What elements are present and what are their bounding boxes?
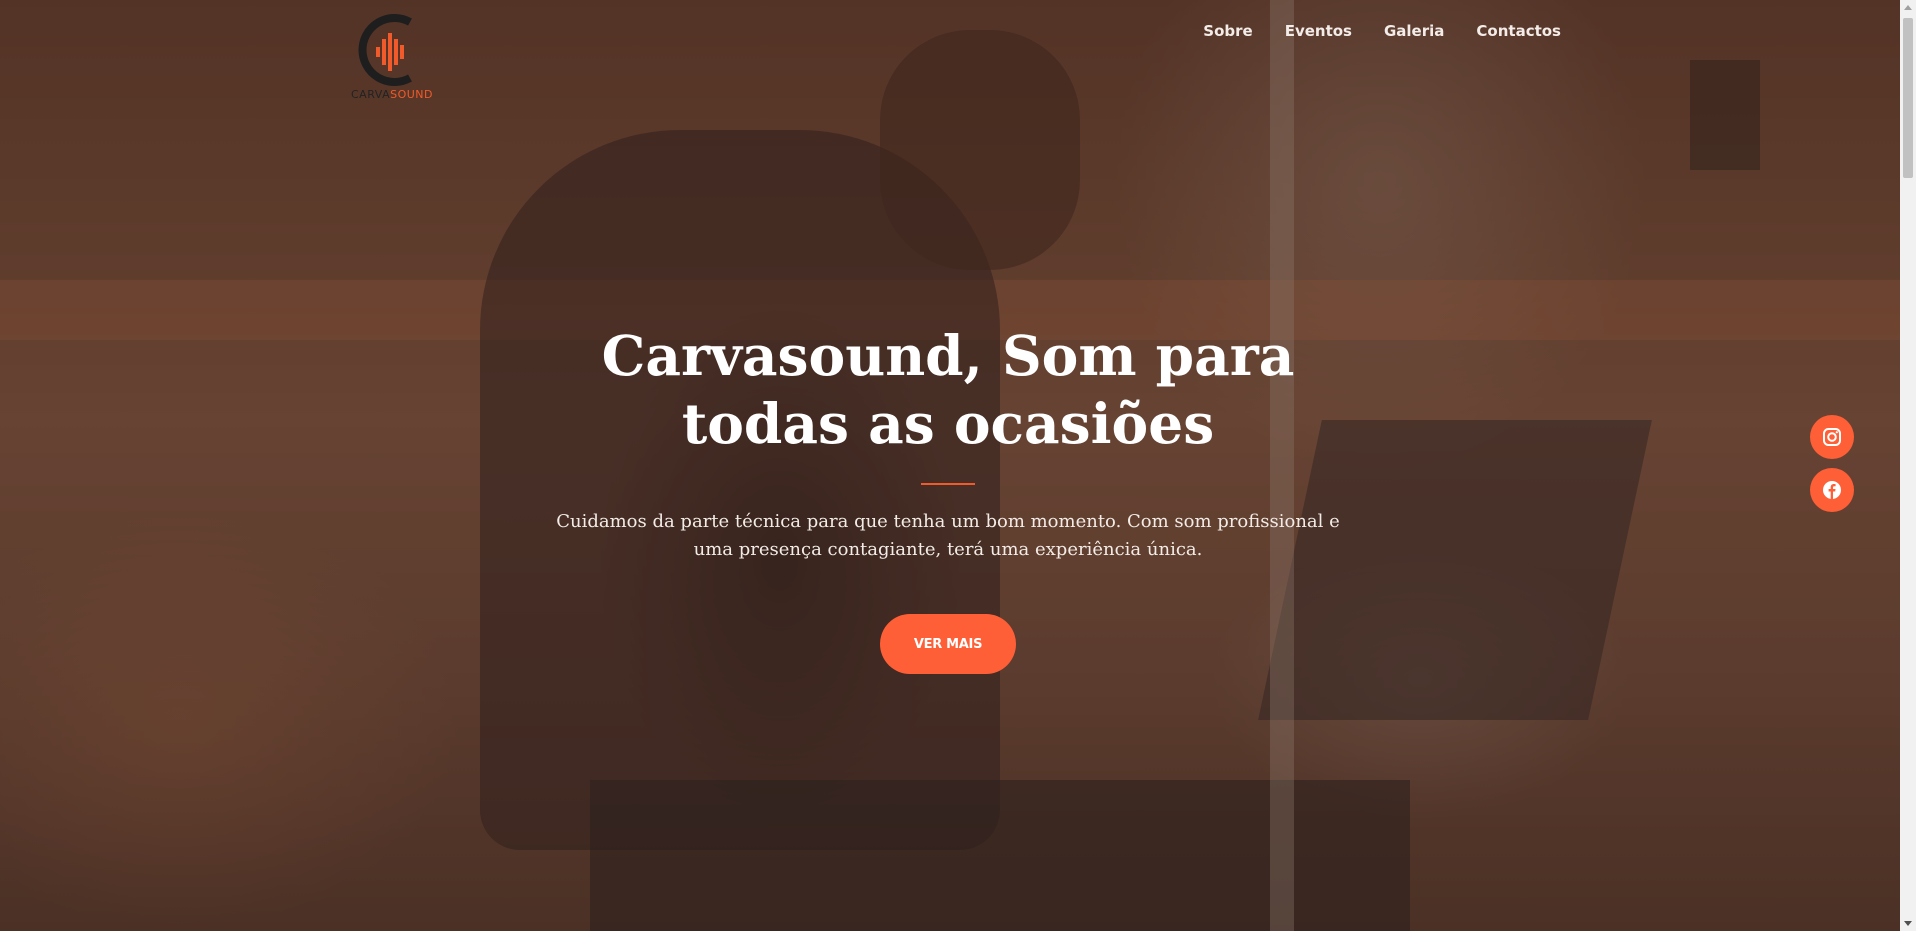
hero-overlay bbox=[0, 0, 1900, 931]
ver-mais-button[interactable]: VER MAIS bbox=[880, 614, 1016, 674]
scroll-up-icon[interactable] bbox=[1904, 5, 1912, 10]
page-scrollbar[interactable] bbox=[1900, 0, 1916, 931]
facebook-icon bbox=[1823, 481, 1841, 499]
nav-item-galeria[interactable]: Galeria bbox=[1384, 22, 1444, 40]
title-divider bbox=[921, 483, 975, 485]
nav-item-eventos[interactable]: Eventos bbox=[1285, 22, 1352, 40]
instagram-icon bbox=[1823, 428, 1841, 446]
main-nav: Sobre Eventos Galeria Contactos bbox=[1203, 22, 1561, 40]
facebook-link[interactable] bbox=[1810, 468, 1854, 512]
hero-title: Carvasound, Som para todas as ocasiões bbox=[601, 323, 1295, 456]
logo-text-sound: SOUND bbox=[390, 88, 433, 101]
logo[interactable]: CARVASOUND bbox=[336, 14, 448, 104]
logo-text-carva: CARVA bbox=[351, 88, 391, 101]
nav-item-sobre[interactable]: Sobre bbox=[1203, 22, 1252, 40]
instagram-link[interactable] bbox=[1810, 415, 1854, 459]
hero-subtitle: Cuidamos da parte técnica para que tenha… bbox=[556, 511, 1340, 560]
logo-wordmark: CARVASOUND bbox=[336, 88, 448, 101]
nav-item-contactos[interactable]: Contactos bbox=[1476, 22, 1561, 40]
scroll-down-icon[interactable] bbox=[1904, 921, 1912, 926]
logo-mark bbox=[358, 14, 412, 86]
scrollbar-thumb[interactable] bbox=[1903, 18, 1913, 178]
